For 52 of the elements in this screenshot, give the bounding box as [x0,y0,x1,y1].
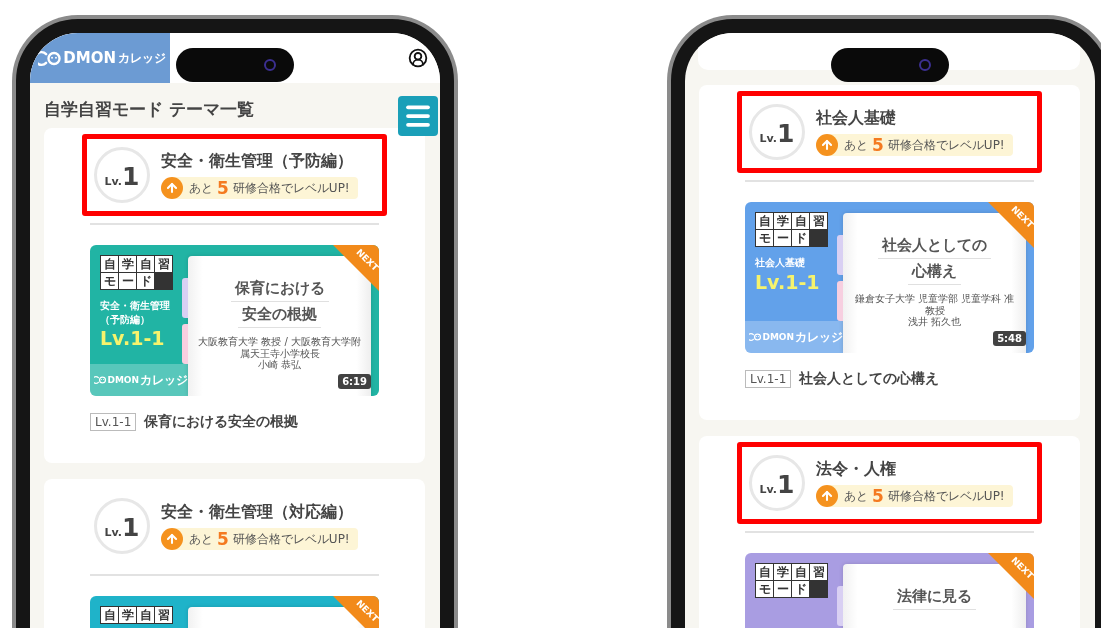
level-up-icon [161,528,183,550]
book-title: 保育における [230,276,329,302]
book-title: 安全の根拠 [238,302,321,328]
subject-text: 社会人基礎 [755,256,806,270]
logo-mark-icon [749,333,762,341]
level-circle: Lv.1 [749,104,805,160]
logo-mark-icon [38,50,62,66]
level-up-icon [161,177,183,199]
course-title: 社会人基礎 [816,108,897,129]
author-text: 大阪教育大学 教授 / 大阪教育大学附属天王寺小学校長 小崎 恭弘 [197,336,362,371]
logo-mark-icon [94,376,107,384]
book-title: 心構え [908,259,961,285]
logo-subtext: カレッジ [118,49,166,67]
lesson-title[interactable]: 社会人としての心構え [799,370,940,388]
camera-icon [919,59,931,71]
course-title: 安全・衛生管理（予防編） [161,151,354,172]
page-tab [182,278,188,318]
level-text: Lv.1-1 [100,327,166,349]
duration-badge: 6:19 [338,374,371,389]
account-icon[interactable] [408,48,428,68]
logo-subtext: カレッジ [140,371,189,389]
camera-icon [264,59,276,71]
mode-label: 自 学 自 習 モ ー ド [755,563,828,598]
mode-label: 自 学 自 習 [100,606,173,624]
author-text: 鎌倉女子大学 児童学部 児童学科 准教授 浅井 拓久也 [853,293,1016,328]
lesson-level-tag: Lv.1-1 [90,413,137,431]
logo-subtext: カレッジ [795,328,844,346]
menu-button[interactable] [398,96,438,136]
lesson-title[interactable]: 保育における安全の根拠 [144,413,299,431]
page-tab [837,235,843,275]
logo-text: DMON [107,375,140,385]
page-tab [837,586,843,626]
level-up-icon [816,485,838,507]
level-circle: Lv.1 [94,147,150,203]
level-circle: Lv.1 [749,455,805,511]
level-circle: Lv.1 [94,498,150,554]
duration-badge: 5:48 [993,331,1026,346]
subject-text: 安全・衛生管理（予防編） [100,299,171,326]
level-up-icon [816,134,838,156]
book-title: 社会人としての [878,233,991,259]
lesson-level-tag: Lv.1-1 [745,370,792,388]
page-tab [182,324,188,364]
page-tab [837,281,843,321]
mode-label: 自 学 自 習 モ ー ド [755,212,828,247]
mode-label: 自 学 自 習 モ ー ド [100,255,173,290]
book-title: 法律に見る [893,584,976,610]
course-title: 安全・衛生管理（対応編） [161,502,354,523]
level-text: Lv.1-1 [755,270,821,293]
logo-text: DMON [762,332,795,342]
logo-text: DMON [63,49,116,67]
course-title: 法令・人権 [816,459,897,480]
page-title: 自学自習モード テーマ一覧 [43,98,255,121]
